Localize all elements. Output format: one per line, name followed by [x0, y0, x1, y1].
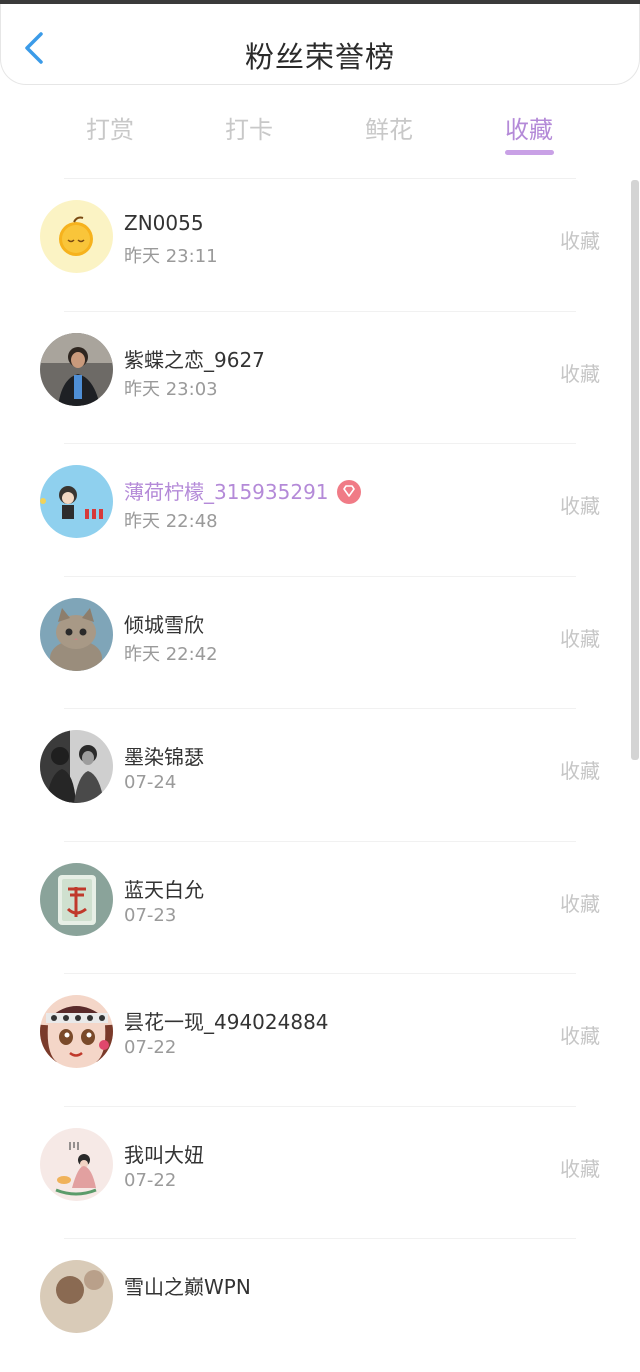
list-item[interactable]: 倾城雪欣 昨天 22:42 收藏 [0, 577, 640, 709]
avatar[interactable] [40, 332, 113, 406]
timestamp: 昨天 23:11 [124, 246, 218, 267]
tab-reward[interactable]: 打赏 [50, 110, 170, 145]
avatar[interactable] [40, 1127, 113, 1201]
avatar[interactable] [40, 995, 113, 1068]
user-name: ZN0055 [124, 211, 204, 235]
list-item[interactable]: 昙花一现_494024884 07-22 收藏 [0, 974, 640, 1107]
page-title: 粉丝荣誉榜 [244, 40, 395, 74]
user-name: 蓝天白允 [124, 877, 204, 902]
avatar[interactable] [40, 730, 113, 803]
user-name: 墨染锦瑟 [124, 745, 204, 769]
timestamp: 07-23 [124, 904, 177, 926]
avatar[interactable] [40, 862, 113, 936]
list-item[interactable]: 蓝天白允 07-23 收藏 [0, 842, 640, 974]
timestamp: 07-22 [124, 1037, 177, 1058]
list-item[interactable]: 薄荷柠檬_315935291 昨天 22:48 收藏 [0, 444, 640, 577]
action-label: 收藏 [560, 891, 600, 916]
list-item[interactable]: 紫蝶之恋_9627 昨天 23:03 收藏 [0, 312, 640, 444]
timestamp: 07-22 [124, 1169, 177, 1191]
fan-list: ZN0055 昨天 23:11 收藏 紫蝶之恋_9627 昨天 23:03 收藏 [0, 179, 640, 1372]
vip-diamond-icon [336, 479, 361, 504]
user-name: 雪山之巅WPN [124, 1275, 251, 1299]
timestamp: 昨天 22:48 [124, 511, 218, 532]
action-label: 收藏 [560, 1024, 600, 1048]
timestamp: 昨天 23:03 [124, 378, 218, 400]
avatar[interactable] [40, 597, 113, 671]
action-label: 收藏 [560, 626, 600, 651]
timestamp: 07-24 [124, 772, 177, 793]
list-item[interactable]: ZN0055 昨天 23:11 收藏 [0, 179, 640, 312]
user-name: 我叫大妞 [124, 1142, 204, 1167]
action-label: 收藏 [560, 361, 600, 386]
action-label: 收藏 [560, 229, 600, 253]
avatar[interactable] [40, 465, 113, 538]
list-item[interactable]: 墨染锦瑟 07-24 收藏 [0, 709, 640, 842]
user-name-text: 薄荷柠檬_315935291 [124, 480, 329, 504]
avatar[interactable] [40, 200, 113, 273]
action-label: 收藏 [560, 759, 600, 783]
scrollbar[interactable] [631, 180, 639, 760]
user-name: 紫蝶之恋_9627 [124, 347, 265, 372]
list-item[interactable]: 我叫大妞 07-22 收藏 [0, 1107, 640, 1239]
tab-favorites[interactable]: 收藏 [469, 110, 589, 145]
timestamp: 昨天 22:42 [124, 643, 218, 665]
user-name: 薄荷柠檬_315935291 [124, 476, 361, 506]
avatar[interactable] [40, 1260, 113, 1333]
active-tab-indicator [505, 150, 554, 155]
user-name: 倾城雪欣 [124, 612, 204, 637]
header-bar: 粉丝荣誉榜 [0, 4, 640, 85]
tab-flowers[interactable]: 鲜花 [329, 110, 449, 145]
action-label: 收藏 [560, 494, 600, 518]
tab-checkin[interactable]: 打卡 [189, 110, 309, 145]
user-name: 昙花一现_494024884 [124, 1010, 329, 1034]
list-item[interactable]: 雪山之巅WPN [0, 1239, 640, 1372]
action-label: 收藏 [560, 1156, 600, 1181]
